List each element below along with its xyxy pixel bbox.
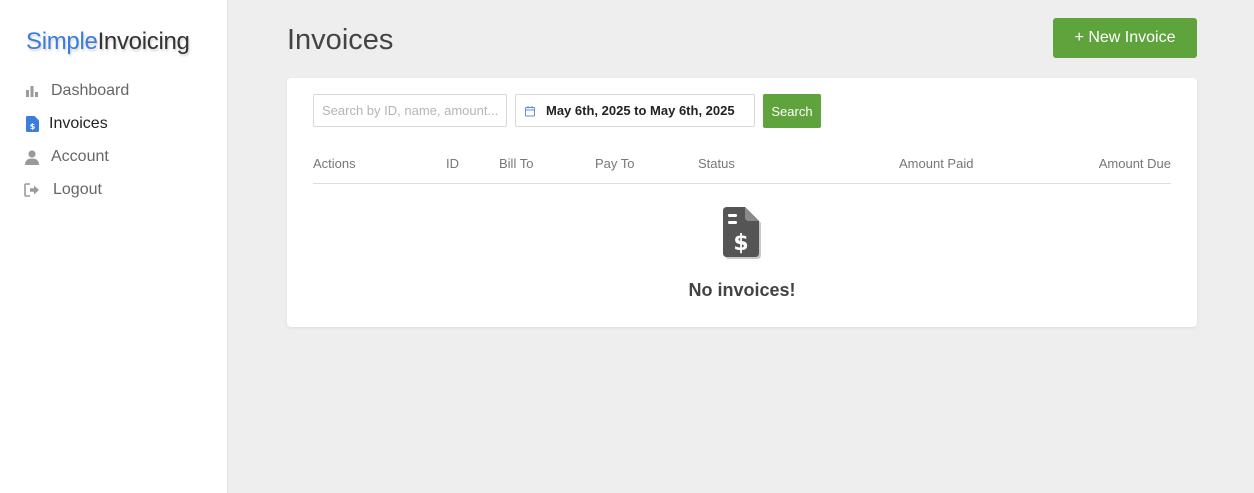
invoice-icon: $ [24,116,40,132]
column-header-pay-to[interactable]: Pay To [595,156,635,171]
sidebar-item-label: Invoices [49,115,108,132]
sidebar-item-account[interactable]: Account [24,145,109,169]
new-invoice-button[interactable]: + New Invoice [1053,18,1197,58]
logout-icon [24,182,40,198]
sidebar-item-dashboard[interactable]: Dashboard [24,79,129,103]
svg-text:$: $ [733,231,748,256]
brand-logo[interactable]: SimpleInvoicing [26,28,190,56]
search-button[interactable]: Search [763,94,821,128]
column-header-actions[interactable]: Actions [313,156,356,171]
column-header-amount-due[interactable]: Amount Due [1099,156,1171,171]
sidebar: SimpleInvoicing Dashboard $ Invoices Acc… [0,0,228,493]
date-range-value: May 6th, 2025 to May 6th, 2025 [546,103,735,118]
column-header-amount-paid[interactable]: Amount Paid [899,156,973,171]
sidebar-item-invoices[interactable]: $ Invoices [24,112,108,136]
svg-text:$: $ [29,122,35,131]
column-header-bill-to[interactable]: Bill To [499,156,533,171]
calendar-icon [524,105,536,117]
sidebar-item-label: Logout [53,181,102,198]
invoice-dollar-icon: $ [722,207,762,261]
date-range-picker[interactable]: May 6th, 2025 to May 6th, 2025 [515,94,755,127]
table-header-divider [313,183,1171,184]
sidebar-item-label: Account [51,148,109,165]
bar-chart-icon [24,83,40,99]
empty-state-message: No invoices! [688,280,796,300]
sidebar-item-label: Dashboard [51,82,130,99]
invoices-card: May 6th, 2025 to May 6th, 2025 Search Ac… [287,78,1197,327]
column-header-status[interactable]: Status [698,156,735,171]
column-header-id[interactable]: ID [446,156,459,171]
page-title: Invoices [287,24,394,56]
sidebar-item-logout[interactable]: Logout [24,178,102,202]
user-icon [24,149,40,165]
search-input[interactable] [313,94,507,127]
